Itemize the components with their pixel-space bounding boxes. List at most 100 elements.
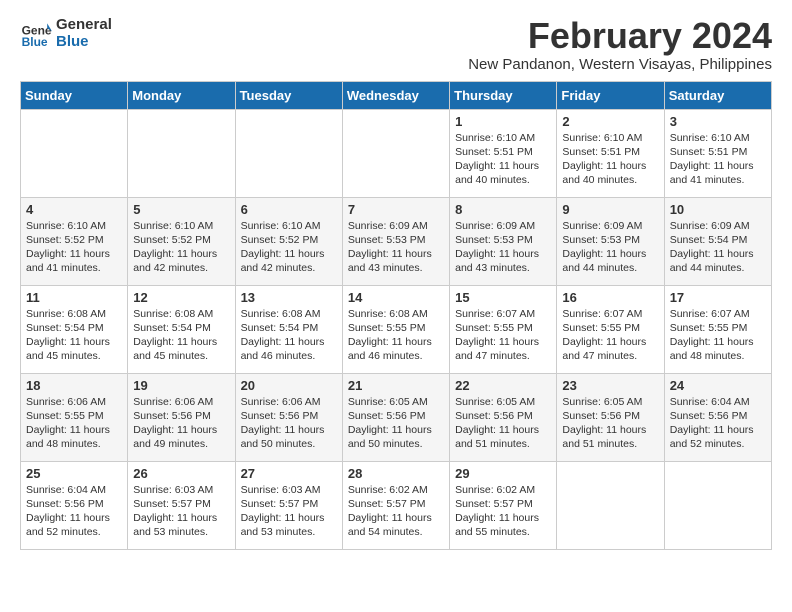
day-number: 6 — [241, 202, 337, 217]
day-number: 17 — [670, 290, 766, 305]
calendar-cell: 21 Sunrise: 6:05 AM Sunset: 5:56 PM Dayli… — [342, 373, 449, 461]
day-info: Sunrise: 6:10 AM Sunset: 5:51 PM Dayligh… — [562, 131, 658, 188]
day-info: Sunrise: 6:10 AM Sunset: 5:51 PM Dayligh… — [670, 131, 766, 188]
main-title: February 2024 — [468, 16, 772, 56]
calendar-week-row: 1 Sunrise: 6:10 AM Sunset: 5:51 PM Daylig… — [21, 109, 772, 197]
logo: General Blue General Blue — [20, 16, 112, 50]
day-number: 25 — [26, 466, 122, 481]
calendar-cell: 15 Sunrise: 6:07 AM Sunset: 5:55 PM Dayli… — [450, 285, 557, 373]
logo-line1: General — [56, 16, 112, 33]
calendar-cell: 3 Sunrise: 6:10 AM Sunset: 5:51 PM Daylig… — [664, 109, 771, 197]
day-number: 9 — [562, 202, 658, 217]
calendar-cell — [664, 461, 771, 549]
day-number: 18 — [26, 378, 122, 393]
day-info: Sunrise: 6:05 AM Sunset: 5:56 PM Dayligh… — [562, 395, 658, 452]
day-number: 14 — [348, 290, 444, 305]
day-number: 22 — [455, 378, 551, 393]
day-number: 15 — [455, 290, 551, 305]
day-info: Sunrise: 6:06 AM Sunset: 5:56 PM Dayligh… — [133, 395, 229, 452]
day-info: Sunrise: 6:08 AM Sunset: 5:54 PM Dayligh… — [133, 307, 229, 364]
calendar-cell: 8 Sunrise: 6:09 AM Sunset: 5:53 PM Daylig… — [450, 197, 557, 285]
day-info: Sunrise: 6:03 AM Sunset: 5:57 PM Dayligh… — [241, 483, 337, 540]
day-number: 26 — [133, 466, 229, 481]
calendar-cell: 1 Sunrise: 6:10 AM Sunset: 5:51 PM Daylig… — [450, 109, 557, 197]
header: General Blue General Blue February 2024 … — [20, 16, 772, 73]
calendar-cell: 11Sunrise: 6:08 AM Sunset: 5:54 PM Dayli… — [21, 285, 128, 373]
day-number: 19 — [133, 378, 229, 393]
day-info: Sunrise: 6:05 AM Sunset: 5:56 PM Dayligh… — [455, 395, 551, 452]
day-info: Sunrise: 6:08 AM Sunset: 5:54 PM Dayligh… — [241, 307, 337, 364]
calendar-week-row: 4 Sunrise: 6:10 AM Sunset: 5:52 PM Daylig… — [21, 197, 772, 285]
calendar-week-row: 25Sunrise: 6:04 AM Sunset: 5:56 PM Dayli… — [21, 461, 772, 549]
calendar-cell: 6Sunrise: 6:10 AM Sunset: 5:52 PM Daylig… — [235, 197, 342, 285]
calendar-cell: 14Sunrise: 6:08 AM Sunset: 5:55 PM Dayli… — [342, 285, 449, 373]
calendar-cell — [128, 109, 235, 197]
svg-text:Blue: Blue — [22, 35, 48, 49]
day-number: 1 — [455, 114, 551, 129]
calendar-cell: 16 Sunrise: 6:07 AM Sunset: 5:55 PM Dayli… — [557, 285, 664, 373]
calendar-cell: 4 Sunrise: 6:10 AM Sunset: 5:52 PM Daylig… — [21, 197, 128, 285]
calendar-cell: 7Sunrise: 6:09 AM Sunset: 5:53 PM Daylig… — [342, 197, 449, 285]
calendar-table: SundayMondayTuesdayWednesdayThursdayFrid… — [20, 81, 772, 550]
day-header-saturday: Saturday — [664, 81, 771, 109]
day-number: 4 — [26, 202, 122, 217]
calendar-cell: 2Sunrise: 6:10 AM Sunset: 5:51 PM Daylig… — [557, 109, 664, 197]
calendar-cell: 22 Sunrise: 6:05 AM Sunset: 5:56 PM Dayli… — [450, 373, 557, 461]
day-number: 13 — [241, 290, 337, 305]
calendar-cell: 5 Sunrise: 6:10 AM Sunset: 5:52 PM Daylig… — [128, 197, 235, 285]
day-info: Sunrise: 6:10 AM Sunset: 5:52 PM Dayligh… — [133, 219, 229, 276]
calendar-cell: 20 Sunrise: 6:06 AM Sunset: 5:56 PM Dayli… — [235, 373, 342, 461]
day-number: 16 — [562, 290, 658, 305]
day-header-thursday: Thursday — [450, 81, 557, 109]
day-header-wednesday: Wednesday — [342, 81, 449, 109]
day-info: Sunrise: 6:03 AM Sunset: 5:57 PM Dayligh… — [133, 483, 229, 540]
day-number: 20 — [241, 378, 337, 393]
day-number: 29 — [455, 466, 551, 481]
day-number: 3 — [670, 114, 766, 129]
calendar-cell: 17 Sunrise: 6:07 AM Sunset: 5:55 PM Dayli… — [664, 285, 771, 373]
calendar-week-row: 11Sunrise: 6:08 AM Sunset: 5:54 PM Dayli… — [21, 285, 772, 373]
title-area: February 2024 New Pandanon, Western Visa… — [468, 16, 772, 73]
subtitle: New Pandanon, Western Visayas, Philippin… — [468, 56, 772, 73]
calendar-body: 1 Sunrise: 6:10 AM Sunset: 5:51 PM Daylig… — [21, 109, 772, 549]
day-info: Sunrise: 6:02 AM Sunset: 5:57 PM Dayligh… — [348, 483, 444, 540]
day-info: Sunrise: 6:09 AM Sunset: 5:53 PM Dayligh… — [348, 219, 444, 276]
day-info: Sunrise: 6:09 AM Sunset: 5:53 PM Dayligh… — [562, 219, 658, 276]
day-info: Sunrise: 6:07 AM Sunset: 5:55 PM Dayligh… — [670, 307, 766, 364]
logo-icon: General Blue — [20, 17, 52, 49]
day-number: 21 — [348, 378, 444, 393]
logo-line2: Blue — [56, 33, 112, 50]
day-info: Sunrise: 6:10 AM Sunset: 5:52 PM Dayligh… — [26, 219, 122, 276]
day-number: 8 — [455, 202, 551, 217]
day-number: 5 — [133, 202, 229, 217]
calendar-cell: 25Sunrise: 6:04 AM Sunset: 5:56 PM Dayli… — [21, 461, 128, 549]
day-info: Sunrise: 6:04 AM Sunset: 5:56 PM Dayligh… — [670, 395, 766, 452]
day-info: Sunrise: 6:08 AM Sunset: 5:54 PM Dayligh… — [26, 307, 122, 364]
calendar-cell: 18 Sunrise: 6:06 AM Sunset: 5:55 PM Dayli… — [21, 373, 128, 461]
day-info: Sunrise: 6:07 AM Sunset: 5:55 PM Dayligh… — [562, 307, 658, 364]
calendar-cell: 13 Sunrise: 6:08 AM Sunset: 5:54 PM Dayli… — [235, 285, 342, 373]
calendar-cell: 9 Sunrise: 6:09 AM Sunset: 5:53 PM Daylig… — [557, 197, 664, 285]
calendar-cell: 27Sunrise: 6:03 AM Sunset: 5:57 PM Dayli… — [235, 461, 342, 549]
calendar-cell — [21, 109, 128, 197]
day-number: 28 — [348, 466, 444, 481]
day-number: 23 — [562, 378, 658, 393]
calendar-cell: 19 Sunrise: 6:06 AM Sunset: 5:56 PM Dayli… — [128, 373, 235, 461]
day-number: 12 — [133, 290, 229, 305]
day-info: Sunrise: 6:06 AM Sunset: 5:56 PM Dayligh… — [241, 395, 337, 452]
day-info: Sunrise: 6:07 AM Sunset: 5:55 PM Dayligh… — [455, 307, 551, 364]
day-info: Sunrise: 6:05 AM Sunset: 5:56 PM Dayligh… — [348, 395, 444, 452]
calendar-cell: 28 Sunrise: 6:02 AM Sunset: 5:57 PM Dayli… — [342, 461, 449, 549]
calendar-cell: 29Sunrise: 6:02 AM Sunset: 5:57 PM Dayli… — [450, 461, 557, 549]
day-header-monday: Monday — [128, 81, 235, 109]
day-header-friday: Friday — [557, 81, 664, 109]
day-info: Sunrise: 6:10 AM Sunset: 5:51 PM Dayligh… — [455, 131, 551, 188]
day-info: Sunrise: 6:09 AM Sunset: 5:53 PM Dayligh… — [455, 219, 551, 276]
calendar-cell: 26 Sunrise: 6:03 AM Sunset: 5:57 PM Dayli… — [128, 461, 235, 549]
calendar-cell: 24Sunrise: 6:04 AM Sunset: 5:56 PM Dayli… — [664, 373, 771, 461]
calendar-cell — [342, 109, 449, 197]
day-info: Sunrise: 6:09 AM Sunset: 5:54 PM Dayligh… — [670, 219, 766, 276]
day-header-sunday: Sunday — [21, 81, 128, 109]
day-info: Sunrise: 6:06 AM Sunset: 5:55 PM Dayligh… — [26, 395, 122, 452]
calendar-cell — [557, 461, 664, 549]
